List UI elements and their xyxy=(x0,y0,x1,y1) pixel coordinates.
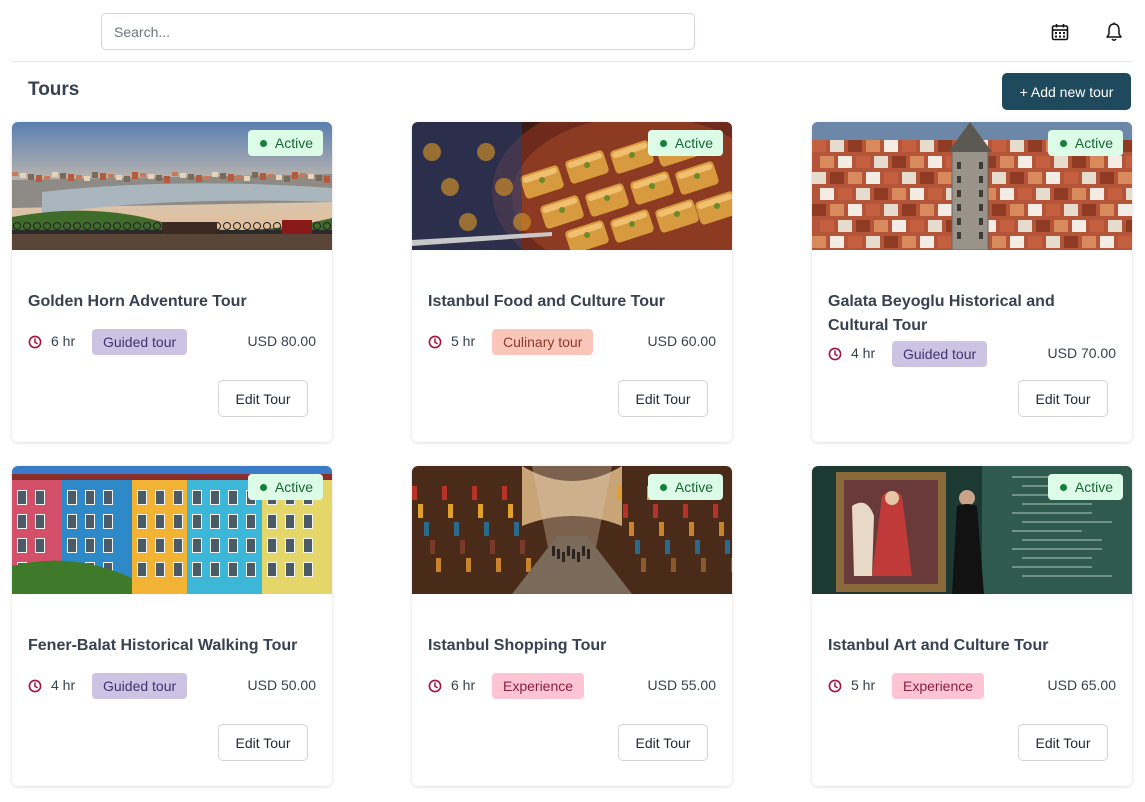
clock-icon xyxy=(828,679,842,693)
tour-card-2: Active Istanbul Food and Culture Tour 5 … xyxy=(412,122,732,442)
status-dot-icon xyxy=(1059,139,1067,147)
status-label: Active xyxy=(1074,479,1113,495)
category-badge: Culinary tour xyxy=(492,329,594,355)
tour-meta: 6 hr Guided tour USD 80.00 xyxy=(28,329,316,355)
category-badge: Guided tour xyxy=(92,329,188,355)
status-badge: Active xyxy=(647,130,723,156)
category-badge: Experience xyxy=(492,673,585,699)
status-label: Active xyxy=(1074,135,1113,151)
tour-duration: 6 hr xyxy=(451,677,476,693)
tour-meta: 5 hr Experience USD 65.00 xyxy=(828,673,1116,699)
tour-meta: 4 hr Guided tour USD 70.00 xyxy=(828,341,1116,367)
status-dot-icon xyxy=(659,483,667,491)
edit-tour-button[interactable]: Edit Tour xyxy=(1018,724,1108,761)
clock-icon xyxy=(828,347,842,361)
status-badge: Active xyxy=(1047,130,1123,156)
status-label: Active xyxy=(674,479,713,495)
status-badge: Active xyxy=(247,130,323,156)
status-label: Active xyxy=(274,479,313,495)
page-title: Tours xyxy=(28,79,80,100)
clock-icon xyxy=(428,335,442,349)
tour-title: Galata Beyoglu Historical and Cultural T… xyxy=(828,293,1055,334)
status-dot-icon xyxy=(659,139,667,147)
tour-card-3: Active Galata Beyoglu Historical and Cul… xyxy=(812,122,1132,442)
calendar-icon[interactable] xyxy=(1048,19,1072,45)
tour-title: Istanbul Art and Culture Tour xyxy=(828,637,1049,654)
category-badge: Guided tour xyxy=(892,341,988,367)
status-badge: Active xyxy=(247,474,323,500)
status-dot-icon xyxy=(1059,483,1067,491)
edit-tour-button[interactable]: Edit Tour xyxy=(1018,380,1108,417)
edit-tour-button[interactable]: Edit Tour xyxy=(618,724,708,761)
tour-title: Istanbul Shopping Tour xyxy=(428,637,607,654)
tour-meta: 6 hr Experience USD 55.00 xyxy=(428,673,716,699)
tour-title: Fener-Balat Historical Walking Tour xyxy=(28,637,298,654)
status-label: Active xyxy=(274,135,313,151)
category-badge: Experience xyxy=(892,673,985,699)
clock-icon xyxy=(28,679,42,693)
tour-meta: 4 hr Guided tour USD 50.00 xyxy=(28,673,316,699)
tour-price: USD 60.00 xyxy=(647,333,716,349)
tour-duration: 5 hr xyxy=(451,333,476,349)
tour-duration: 5 hr xyxy=(851,677,876,693)
tour-duration: 4 hr xyxy=(51,677,76,693)
tour-price: USD 70.00 xyxy=(1047,345,1116,361)
tour-duration: 6 hr xyxy=(51,333,76,349)
bell-icon[interactable] xyxy=(1102,19,1126,45)
tour-price: USD 80.00 xyxy=(247,333,316,349)
status-dot-icon xyxy=(259,139,267,147)
add-new-tour-button[interactable]: + Add new tour xyxy=(1002,73,1131,110)
clock-icon xyxy=(428,679,442,693)
status-label: Active xyxy=(674,135,713,151)
tour-card-5: Active Istanbul Shopping Tour 6 hr Exper… xyxy=(412,466,732,786)
header-divider xyxy=(12,61,1133,62)
status-badge: Active xyxy=(647,474,723,500)
tour-price: USD 50.00 xyxy=(247,677,316,693)
tour-card-1: Active Golden Horn Adventure Tour 6 hr G… xyxy=(12,122,332,442)
tour-price: USD 65.00 xyxy=(1047,677,1116,693)
top-bar xyxy=(0,0,1145,62)
tour-price: USD 55.00 xyxy=(647,677,716,693)
tour-title: Golden Horn Adventure Tour xyxy=(28,293,247,310)
edit-tour-button[interactable]: Edit Tour xyxy=(218,724,308,761)
category-badge: Guided tour xyxy=(92,673,188,699)
edit-tour-button[interactable]: Edit Tour xyxy=(618,380,708,417)
search-input[interactable] xyxy=(101,13,695,50)
tour-meta: 5 hr Culinary tour USD 60.00 xyxy=(428,329,716,355)
tour-title: Istanbul Food and Culture Tour xyxy=(428,293,666,310)
tour-card-4: Active Fener-Balat Historical Walking To… xyxy=(12,466,332,786)
tour-duration: 4 hr xyxy=(851,345,876,361)
tour-card-6: Active Istanbul Art and Culture Tour 5 h… xyxy=(812,466,1132,786)
status-dot-icon xyxy=(259,483,267,491)
clock-icon xyxy=(28,335,42,349)
edit-tour-button[interactable]: Edit Tour xyxy=(218,380,308,417)
status-badge: Active xyxy=(1047,474,1123,500)
